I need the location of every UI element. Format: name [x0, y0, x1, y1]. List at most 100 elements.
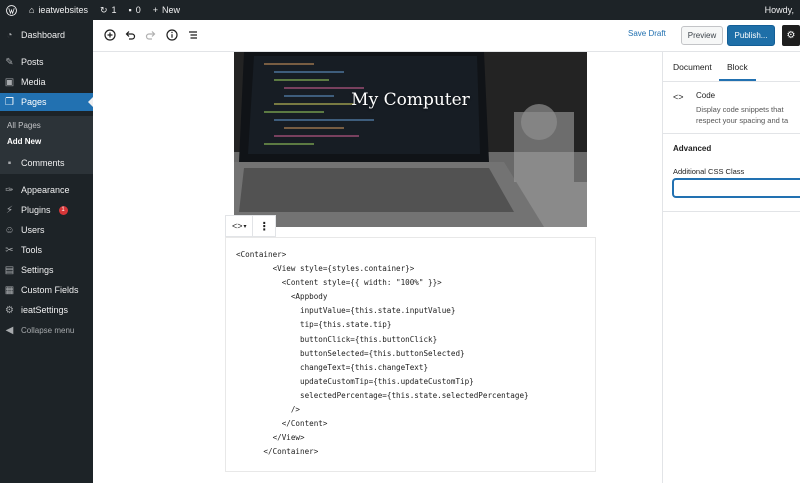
- site-name-link[interactable]: ⌂ ieatwebsites: [23, 0, 94, 20]
- sidebar-item-label: Media: [21, 77, 46, 87]
- pages-icon: ❐: [5, 96, 14, 108]
- cover-block[interactable]: My Computer: [234, 52, 587, 227]
- sidebar-item-label: ieatSettings: [21, 305, 69, 315]
- block-card-description-line: Display code snippets that: [696, 105, 784, 114]
- sidebar-item-label: Users: [21, 225, 45, 235]
- sidebar-item-settings[interactable]: ▤ Settings: [0, 261, 93, 279]
- code-icon: <>: [231, 221, 243, 231]
- block-navigation-button[interactable]: [186, 28, 200, 42]
- grid-icon: ▦: [4, 284, 15, 296]
- sidebar-item-label: Posts: [21, 57, 44, 67]
- updates-link[interactable]: ↻ 1: [94, 0, 123, 20]
- sidebar-item-posts[interactable]: ✎ Posts: [0, 53, 93, 71]
- undo-icon: [125, 31, 136, 40]
- sidebar-item-media[interactable]: ▣ Media: [0, 73, 93, 91]
- code-line: </Container>: [236, 447, 319, 457]
- block-card: <> Code Display code snippets that respe…: [663, 82, 800, 134]
- more-vertical-icon: ⋮: [258, 220, 270, 233]
- settings-sidebar: Document Block <> Code Display code snip…: [662, 52, 800, 483]
- sidebar-item-tools[interactable]: ✂ Tools: [0, 241, 93, 259]
- code-line: </Content>: [236, 419, 328, 429]
- users-icon: ☺: [4, 224, 15, 236]
- home-icon: ⌂: [29, 5, 35, 15]
- sidebar-item-label: Comments: [21, 158, 65, 168]
- block-toolbar: <> ▾ ⋮: [225, 215, 276, 237]
- block-card-title: Code: [696, 91, 716, 100]
- block-card-description-line: respect your spacing and ta: [696, 116, 789, 125]
- preview-button[interactable]: Preview: [681, 26, 723, 45]
- new-label: New: [162, 5, 181, 15]
- code-line: selectedPercentage={this.state.selectedP…: [236, 390, 529, 400]
- code-block[interactable]: <Container> <View style={styles.containe…: [225, 237, 596, 472]
- comments-link[interactable]: ▪ 0: [123, 0, 147, 20]
- redo-icon: [145, 31, 156, 40]
- code-icon: <>: [673, 92, 684, 102]
- advanced-panel: Advanced Additional CSS Class: [663, 134, 800, 212]
- block-switcher-button[interactable]: <> ▾: [226, 216, 254, 236]
- code-line: <View style={styles.container}>: [236, 264, 415, 274]
- undo-button[interactable]: [123, 28, 137, 42]
- dashboard-icon: ◔: [6, 29, 13, 41]
- sidebar-item-label: Custom Fields: [21, 285, 79, 295]
- settings-toggle-button[interactable]: ⚙: [782, 25, 800, 46]
- more-options-button[interactable]: ⋮: [253, 216, 275, 236]
- save-draft-button[interactable]: Save Draft: [628, 29, 666, 38]
- plugin-icon: ⚡: [5, 204, 14, 216]
- laptop-photo: [234, 52, 587, 227]
- code-line: <Appbody: [236, 292, 328, 302]
- greeting: Howdy,: [764, 5, 794, 15]
- admin-bar: ⌂ ieatwebsites ↻ 1 ▪ 0 + New Howdy,: [0, 0, 800, 20]
- sidebar-item-pages[interactable]: ❐ Pages: [0, 93, 93, 111]
- sidebar-item-ieatsettings[interactable]: ⚙ ieatSettings: [0, 301, 93, 319]
- chevron-down-icon: ▾: [243, 223, 247, 230]
- settings-icon: ▤: [4, 264, 15, 276]
- content-info-button[interactable]: [165, 28, 179, 42]
- add-block-button[interactable]: [103, 28, 117, 42]
- site-name: ieatwebsites: [38, 5, 88, 15]
- sidebar-item-label: Pages: [21, 97, 47, 107]
- sidebar-item-plugins[interactable]: ⚡ Plugins 1: [0, 201, 93, 219]
- plugins-update-badge: 1: [58, 205, 68, 215]
- comment-icon: ▪: [128, 5, 132, 15]
- sidebar-subitem-add-new[interactable]: Add New: [7, 137, 41, 146]
- publish-button[interactable]: Publish...: [727, 25, 775, 46]
- editor-header: Save Draft Preview Publish... ⚙: [93, 20, 800, 52]
- plus-circle-icon: [104, 29, 116, 41]
- code-line: />: [236, 405, 301, 415]
- collapse-label: Collapse menu: [21, 325, 75, 335]
- code-line: inputValue={this.state.inputValue}: [236, 306, 456, 316]
- sidebar-item-comments[interactable]: ▪ Comments: [0, 154, 93, 172]
- additional-css-class-input[interactable]: [673, 179, 800, 197]
- sidebar-item-dashboard[interactable]: ◔ Dashboard: [0, 26, 93, 44]
- code-line: <Content style={{ width: "100%" }}>: [236, 278, 442, 288]
- wordpress-logo-icon[interactable]: [0, 0, 23, 20]
- sidebar-item-custom-fields[interactable]: ▦ Custom Fields: [0, 281, 93, 299]
- sidebar-item-label: Settings: [21, 265, 54, 275]
- cover-title[interactable]: My Computer: [234, 90, 587, 110]
- plus-icon: +: [152, 5, 159, 15]
- tab-document[interactable]: Document: [673, 62, 712, 72]
- list-icon: [189, 31, 197, 39]
- sidebar-item-label: Tools: [21, 245, 43, 255]
- sidebar-item-users[interactable]: ☺ Users: [0, 221, 93, 239]
- sidebar-item-label: Appearance: [21, 185, 70, 195]
- editor-canvas: My Computer <> ▾ ⋮ <Container> <View sty…: [93, 52, 662, 483]
- code-line: updateCustomTip={this.updateCustomTip}: [236, 376, 474, 386]
- sidebar-item-label: Plugins: [21, 205, 51, 215]
- gear-icon: ⚙: [5, 304, 14, 316]
- account-link[interactable]: Howdy,: [759, 0, 800, 20]
- redo-button[interactable]: [144, 28, 158, 42]
- advanced-panel-toggle[interactable]: Advanced: [673, 144, 711, 153]
- paintbrush-icon: ✑: [5, 184, 14, 196]
- sidebar-item-appearance[interactable]: ✑ Appearance: [0, 181, 93, 199]
- collapse-menu-button[interactable]: ◀ Collapse menu: [0, 321, 93, 339]
- info-icon: [166, 29, 178, 41]
- sidebar-subitem-all-pages[interactable]: All Pages: [7, 121, 41, 130]
- tab-block[interactable]: Block: [719, 62, 756, 81]
- wrench-icon: ✂: [5, 244, 14, 256]
- additional-css-class-label: Additional CSS Class: [673, 167, 745, 176]
- new-content-link[interactable]: + New: [147, 0, 186, 20]
- pushpin-icon: ✎: [5, 56, 14, 68]
- gear-icon: ⚙: [786, 30, 796, 41]
- comments-count: 0: [135, 5, 141, 15]
